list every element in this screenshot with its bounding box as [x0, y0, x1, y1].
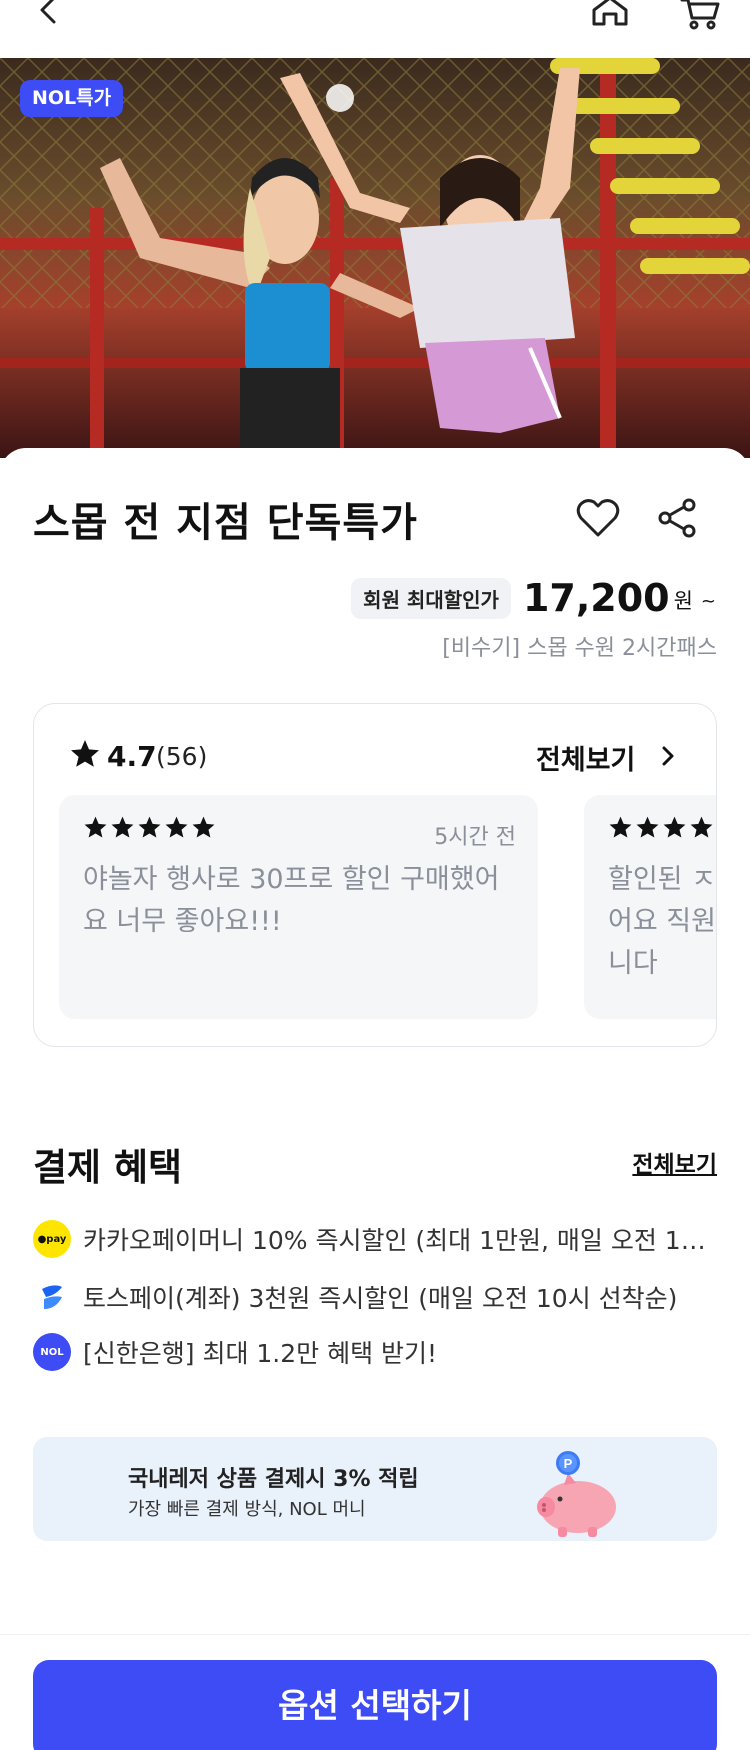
share-icon[interactable]: [656, 496, 698, 540]
star-icon: [663, 816, 686, 838]
piggy-bank-icon: P: [537, 1451, 616, 1537]
price-row: 회원 최대할인가 17,200 원 ~: [351, 576, 716, 620]
price-unit: 원: [673, 589, 693, 613]
top-bar: [0, 0, 750, 58]
star-icon: [71, 740, 99, 767]
nol-icon: NOL: [33, 1333, 71, 1371]
star-icon: [192, 816, 215, 838]
benefit-text: 카카오페이머니 10% 즉시할인 (최대 1만원, 매일 오전 10시 선착순): [83, 1226, 713, 1255]
star-icon: [138, 816, 161, 838]
benefit-text: 토스페이(계좌) 3천원 즉시할인 (매일 오전 10시 선착순): [83, 1284, 678, 1313]
review-item[interactable]: 할인된 ㅈ 어요 직원 니다: [584, 795, 716, 1019]
nol-deal-badge: NOL특가: [20, 80, 124, 117]
star-icon: [690, 816, 713, 838]
product-title: 스몹 전 지점 단독특가: [33, 500, 418, 546]
benefit-item-nol[interactable]: NOL [신한은행] 최대 1.2만 혜택 받기!: [33, 1332, 723, 1372]
kakaopay-icon: ●pay: [33, 1220, 71, 1258]
review-stars: [83, 815, 216, 840]
hero-illustration: [0, 58, 750, 458]
tosspay-icon: [33, 1278, 71, 1316]
review-card: 4.7 (56) 전체보기 5시간 전 야놀자 행사로 30프로 할인 구매했어…: [33, 703, 717, 1047]
benefits-title: 결제 혜택: [33, 1146, 183, 1189]
star-icon: [609, 816, 632, 838]
member-price-tag: 회원 최대할인가: [351, 577, 511, 619]
review-item[interactable]: 5시간 전 야놀자 행사로 30프로 할인 구매했어요 너무 좋아요!!!: [59, 795, 538, 1019]
svg-text:P: P: [564, 1456, 573, 1471]
review-text: 할인된 ㅈ 어요 직원 니다: [608, 864, 716, 979]
review-count: (56): [156, 742, 208, 771]
back-arrow-icon[interactable]: [30, 0, 70, 34]
benefit-text: [신한은행] 최대 1.2만 혜택 받기!: [83, 1339, 438, 1368]
select-option-button[interactable]: 옵션 선택하기: [33, 1660, 717, 1750]
heart-icon[interactable]: [575, 496, 621, 540]
benefit-item-tosspay[interactable]: 토스페이(계좌) 3천원 즉시할인 (매일 오전 10시 선착순): [33, 1277, 723, 1317]
hero-image: NOL특가: [0, 58, 750, 458]
banner-subtitle: 가장 빠른 결제 방식, NOL 머니: [128, 1499, 366, 1520]
rating-value: 4.7: [107, 740, 157, 773]
cart-icon[interactable]: [676, 0, 724, 32]
chevron-right-icon[interactable]: [656, 742, 680, 770]
benefit-item-kakaopay[interactable]: ●pay 카카오페이머니 10% 즉시할인 (최대 1만원, 매일 오전 10시…: [33, 1219, 723, 1259]
review-time: 5시간 전: [434, 825, 516, 850]
review-stars: [608, 815, 714, 840]
price-suffix: ~: [700, 590, 716, 612]
nol-money-banner[interactable]: 국내레저 상품 결제시 3% 적립 가장 빠른 결제 방식, NOL 머니 P: [33, 1437, 717, 1541]
price-value: 17,200: [522, 576, 670, 620]
tosspay-logo: [42, 1285, 62, 1309]
star-icon: [165, 816, 188, 838]
home-icon[interactable]: [586, 0, 634, 32]
banner-title: 국내레저 상품 결제시 3% 적립: [128, 1467, 419, 1492]
benefits-see-all-link[interactable]: 전체보기: [632, 1145, 717, 1179]
star-icon: [636, 816, 659, 838]
star-icon: [111, 816, 134, 838]
star-icon: [84, 816, 107, 838]
product-name: [비수기] 스몹 수원 2시간패스: [442, 636, 717, 661]
review-text: 야놀자 행사로 30프로 할인 구매했어요 너무 좋아요!!!: [83, 864, 500, 937]
reviews-see-all-link[interactable]: 전체보기: [536, 738, 635, 777]
